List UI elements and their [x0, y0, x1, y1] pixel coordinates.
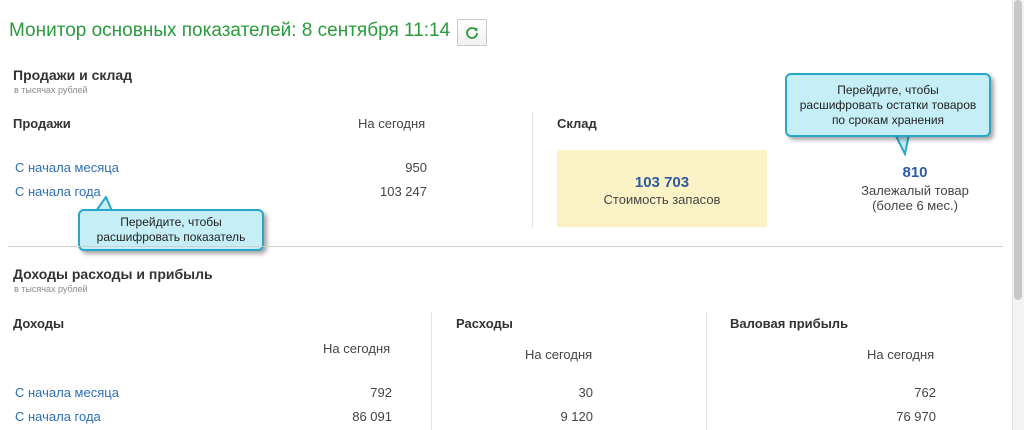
sales-month-link[interactable]: С начала месяца [15, 160, 119, 175]
refresh-button[interactable] [457, 19, 487, 46]
stale-stock-label-line1: Залежалый товар [861, 183, 969, 198]
stock-hint-line1: Перейдите, чтобы [837, 82, 939, 97]
income-year-value: 86 091 [352, 409, 392, 424]
stock-hint-callout: Перейдите, чтобы расшифровать остатки то… [785, 73, 991, 137]
profit-month-value: 762 [914, 385, 936, 400]
sales-hint-callout: Перейдите, чтобы расшифровать показатель [78, 209, 264, 251]
income-month-link[interactable]: С начала месяца [15, 385, 119, 400]
sales-hint-line2: расшифровать показатель [96, 230, 246, 244]
profit-year-value: 76 970 [896, 409, 936, 424]
sales-month-value: 950 [405, 160, 427, 175]
sales-column-header: На сегодня [358, 116, 426, 131]
page-title: Монитор основных показателей: 8 сентября… [9, 20, 451, 41]
stock-hint-line3: по срокам хранения [831, 112, 945, 127]
scrollbar-thumb[interactable] [1014, 0, 1022, 300]
expenses-year-value: 9 120 [560, 409, 593, 424]
expenses-heading: Расходы [456, 316, 513, 331]
stale-stock-value[interactable]: 810 [840, 164, 990, 181]
stock-callout-pointer [893, 134, 911, 156]
expenses-month-value: 30 [578, 385, 593, 400]
income-month-value: 792 [370, 385, 392, 400]
finance-section-subtitle: в тысячах рублей [14, 284, 88, 294]
refresh-icon [466, 26, 478, 39]
column-divider [532, 112, 533, 228]
stock-value[interactable]: 103 703 [557, 174, 767, 191]
profit-column-header: На сегодня [867, 347, 935, 362]
income-column-header: На сегодня [323, 341, 391, 356]
sales-heading: Продажи [13, 116, 71, 131]
sales-year-value: 103 247 [380, 184, 427, 199]
sales-section-subtitle: в тысячах рублей [14, 85, 88, 95]
stock-hint-line2: расшифровать остатки товаров [799, 97, 977, 112]
expenses-column-header: На сегодня [525, 347, 593, 362]
stale-stock-label: Залежалый товар (более 6 мес.) [820, 183, 1010, 213]
stock-label: Стоимость запасов [603, 192, 721, 207]
stock-heading: Склад [557, 116, 597, 131]
income-expense-divider [431, 312, 432, 430]
income-heading: Доходы [13, 316, 65, 331]
income-year-link[interactable]: С начала года [15, 409, 101, 424]
section-divider [8, 246, 1003, 247]
sales-hint-line1: Перейдите, чтобы [120, 215, 222, 229]
sales-section-title: Продажи и склад [13, 67, 133, 83]
expense-profit-divider [706, 312, 707, 430]
finance-section-title: Доходы расходы и прибыль [13, 266, 213, 282]
sales-year-link[interactable]: С начала года [15, 184, 101, 199]
stale-stock-label-line2: (более 6 мес.) [872, 198, 958, 213]
stock-value-card[interactable]: 103 703 Стоимость запасов [557, 150, 767, 227]
profit-heading: Валовая прибыль [730, 316, 849, 331]
